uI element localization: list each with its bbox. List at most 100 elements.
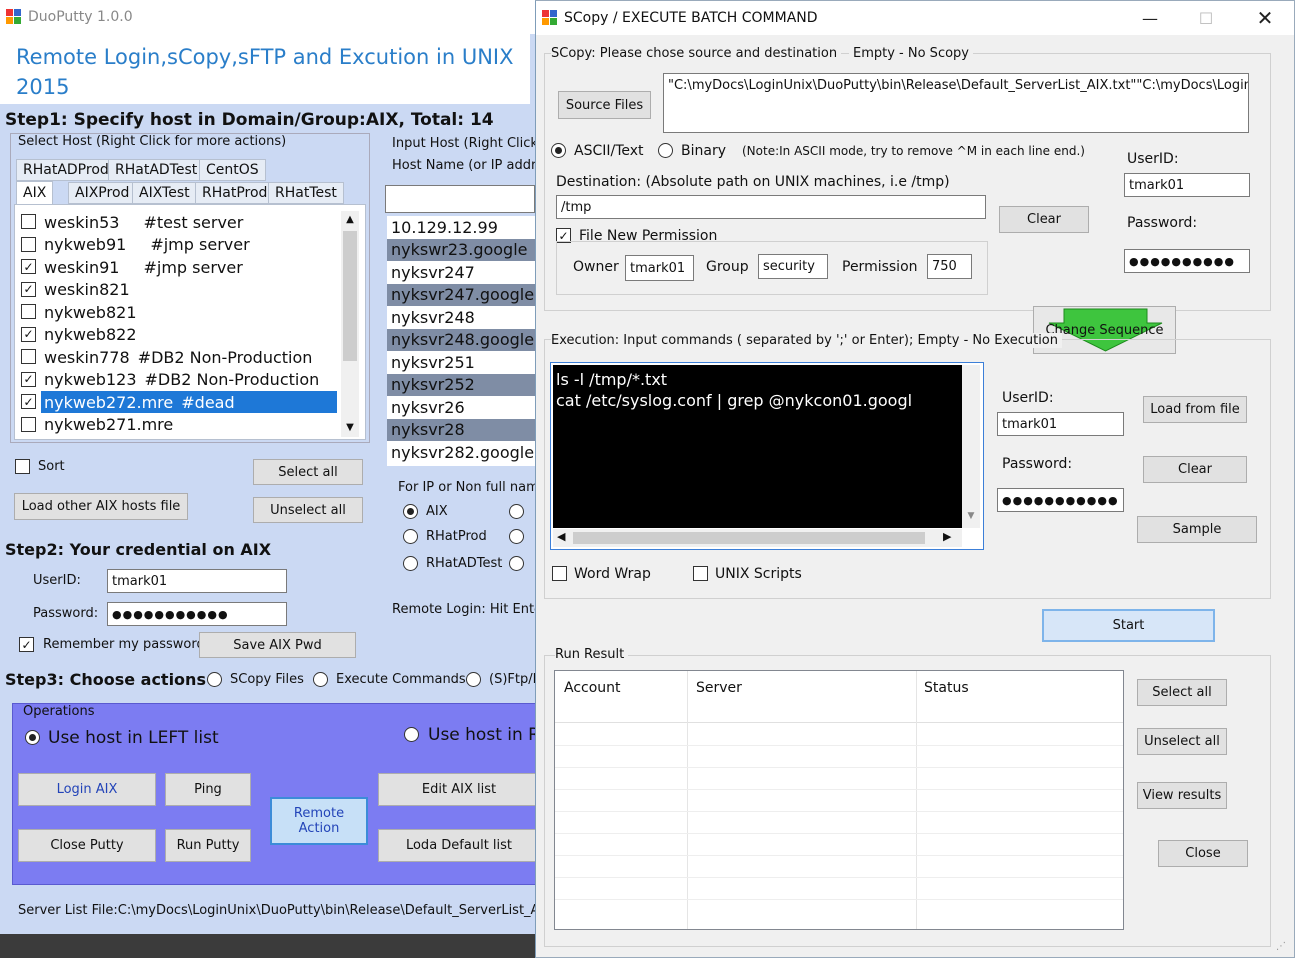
command-editor[interactable]: ls -l /tmp/*.txt cat /etc/syslog.conf | … (550, 362, 984, 550)
host-list-scrollbar[interactable]: ▲ ▼ (341, 211, 359, 437)
resize-grip-icon[interactable]: ⋰ (1276, 941, 1286, 952)
host-checkbox[interactable] (21, 214, 36, 229)
col-status-header[interactable]: Status (924, 680, 969, 696)
radio-group-extra-3[interactable] (509, 556, 524, 571)
sort-checkbox[interactable] (15, 459, 30, 474)
host-list-item[interactable]: ✓ nykweb123 #DB2 Non-Production (19, 369, 339, 392)
command-hscroll[interactable]: ◀ ▶ (553, 529, 962, 547)
host-checkbox[interactable]: ✓ (21, 394, 36, 409)
maximize-icon[interactable]: ☐ (1183, 1, 1229, 35)
scroll-down-icon[interactable]: ▼ (341, 419, 359, 437)
host-checkbox[interactable]: ✓ (21, 281, 36, 297)
unix-scripts-checkbox[interactable] (693, 566, 708, 581)
host-list-item[interactable]: ✓ weskin821 (19, 279, 339, 302)
action-sftp-radio[interactable] (466, 672, 481, 687)
host-checkbox[interactable] (21, 416, 36, 432)
save-aix-pwd-button[interactable]: Save AIX Pwd (199, 632, 356, 658)
input-host-item[interactable]: nyksvr282.google (387, 441, 535, 464)
command-hscroll-thumb[interactable] (573, 532, 925, 544)
run-putty-button[interactable]: Run Putty (165, 829, 251, 862)
host-list-item[interactable]: nykweb91 #jmp server (19, 234, 339, 257)
input-host-item[interactable]: nyksvr252 (387, 373, 535, 396)
destination-clear-button[interactable]: Clear (999, 206, 1089, 233)
tab-centos[interactable]: CentOS (199, 159, 266, 181)
input-host-list[interactable]: 10.129.12.99 nykswr23.google nyksvr247 nyks… (387, 216, 535, 466)
view-results-button[interactable]: View results (1137, 782, 1227, 809)
login-aix-button[interactable]: Login AIX (18, 773, 156, 806)
close-button[interactable]: Close (1158, 840, 1248, 867)
tab-rhattest[interactable]: RHatTest (268, 182, 344, 204)
load-from-file-button[interactable]: Load from file (1143, 396, 1247, 423)
loda-default-list-button[interactable]: Loda Default list (378, 829, 540, 862)
radio-group-rhatadtest[interactable] (403, 556, 418, 571)
host-checkbox[interactable] (21, 349, 36, 364)
results-unselect-all-button[interactable]: Unselect all (1137, 728, 1227, 755)
remote-action-button[interactable]: Remote Action (270, 797, 368, 845)
tab-rhatadtest[interactable]: RHatADTest (108, 159, 205, 181)
host-checkbox[interactable]: ✓ (21, 326, 36, 342)
host-checkbox[interactable]: ✓ (21, 371, 36, 387)
password-input[interactable]: ●●●●●●●●●●● (107, 602, 287, 626)
sample-button[interactable]: Sample (1137, 516, 1257, 543)
input-host-item[interactable]: nyksvr247 (387, 261, 535, 284)
radio-group-extra-1[interactable] (509, 504, 524, 519)
input-host-item[interactable]: nyksvr248.google (387, 328, 535, 351)
close-putty-button[interactable]: Close Putty (18, 829, 156, 862)
scopy-userid-input[interactable]: tmark01 (1124, 173, 1250, 197)
start-button[interactable]: Start (1042, 609, 1215, 642)
tab-aix[interactable]: AIX (16, 181, 54, 205)
input-host-item[interactable]: nyksvr251 (387, 351, 535, 374)
input-host-item[interactable]: nyksvr26 (387, 396, 535, 419)
use-left-list-radio[interactable] (25, 730, 40, 745)
command-clear-button[interactable]: Clear (1143, 456, 1247, 483)
group-input[interactable]: security (758, 254, 828, 279)
host-list-scroll-thumb[interactable] (343, 231, 357, 361)
load-other-hosts-button[interactable]: Load other AIX hosts file (14, 493, 188, 520)
ascii-radio[interactable] (551, 143, 566, 158)
owner-input[interactable]: tmark01 (625, 255, 694, 281)
tab-aixprod[interactable]: AIXProd (68, 182, 137, 204)
radio-group-aix[interactable] (403, 504, 418, 519)
binary-radio[interactable] (658, 143, 673, 158)
minimize-icon[interactable]: — (1127, 1, 1173, 35)
remember-password-checkbox[interactable]: ✓ (19, 637, 34, 652)
host-list-item[interactable]: weskin53 #test server (19, 211, 339, 234)
host-list-item[interactable]: weskin778 #DB2 Non-Production (19, 346, 339, 369)
source-files-textarea[interactable]: "C:\myDocs\LoginUnix\DuoPutty\bin\Releas… (663, 73, 1249, 133)
host-list-item[interactable]: ✓ nykweb272.mre #dead (19, 391, 339, 414)
radio-group-extra-2[interactable] (509, 529, 524, 544)
action-scopy-radio[interactable] (207, 672, 222, 687)
command-vscroll[interactable]: ▼ (962, 365, 980, 528)
host-list-item[interactable]: nykweb271.mre (19, 414, 339, 437)
host-checklist[interactable]: weskin53 #test server nykweb91 #jmp server ✓… (19, 211, 357, 439)
use-right-list-radio[interactable] (404, 727, 419, 742)
edit-aix-list-button[interactable]: Edit AIX list (378, 773, 540, 806)
host-name-input[interactable] (385, 185, 535, 213)
input-host-item[interactable]: nykswr23.google (387, 238, 535, 261)
host-checkbox[interactable] (21, 236, 36, 252)
unselect-all-button[interactable]: Unselect all (253, 497, 363, 523)
run-result-table[interactable]: Account Server Status (554, 670, 1124, 930)
command-scroll-left-icon[interactable]: ◀ (557, 530, 565, 543)
tab-aixtest[interactable]: AIXTest (132, 182, 197, 204)
radio-group-rhatprod[interactable] (403, 529, 418, 544)
select-all-button[interactable]: Select all (253, 459, 363, 485)
host-checkbox[interactable] (21, 304, 36, 319)
exec-userid-input[interactable]: tmark01 (997, 412, 1124, 436)
command-scroll-right-icon[interactable]: ▶ (943, 530, 951, 543)
tab-rhatprod[interactable]: RHatProd (195, 182, 275, 204)
tab-rhatadprod[interactable]: RHatADProd (16, 159, 116, 181)
ping-button[interactable]: Ping (165, 773, 251, 806)
userid-input[interactable]: tmark01 (107, 569, 287, 593)
host-list-item[interactable]: ✓ nykweb822 (19, 324, 339, 347)
host-list-item[interactable]: nykweb821 (19, 301, 339, 324)
scopy-password-input[interactable]: ●●●●●●●●●● (1124, 249, 1250, 273)
input-host-item[interactable]: nyksvr248 (387, 306, 535, 329)
destination-input[interactable]: /tmp (556, 195, 986, 219)
exec-password-input[interactable]: ●●●●●●●●●●● (997, 488, 1124, 512)
results-select-all-button[interactable]: Select all (1137, 679, 1227, 706)
col-server-header[interactable]: Server (696, 680, 742, 696)
host-list-item[interactable]: ✓ weskin91 #jmp server (19, 256, 339, 279)
word-wrap-checkbox[interactable] (552, 566, 567, 581)
col-account-header[interactable]: Account (564, 680, 621, 696)
